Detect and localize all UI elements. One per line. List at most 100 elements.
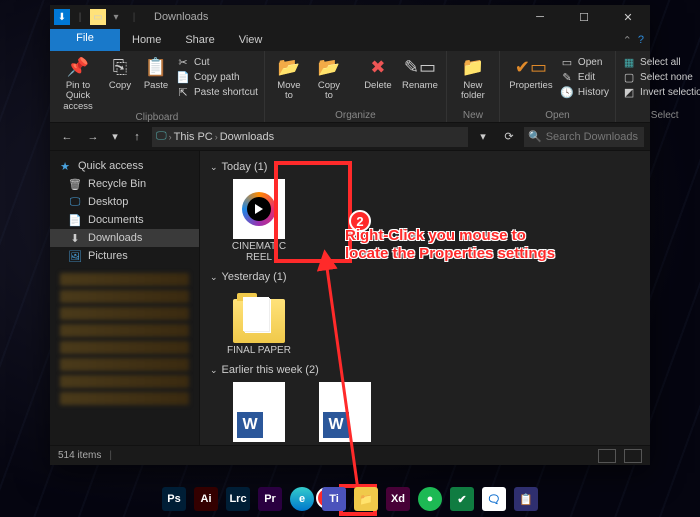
taskbar-app[interactable]: Ai — [194, 487, 218, 511]
nav-forward-button[interactable]: → — [82, 127, 104, 147]
status-bar: 514 items | — [50, 445, 650, 465]
file-word-doc-2[interactable]: W — [310, 382, 380, 442]
qat-properties-icon[interactable]: ▭ — [90, 9, 106, 25]
paste-icon: 📋 — [144, 55, 168, 79]
file-list-pane[interactable]: ⌄Today (1) CINEMATIC REEL ⌄Yesterday (1)… — [200, 151, 650, 445]
search-input[interactable]: 🔍 Search Downloads — [524, 127, 644, 147]
invert-selection-button[interactable]: ◩Invert selection — [622, 85, 700, 99]
file-word-doc-1[interactable]: W — [224, 382, 294, 442]
group-yesterday[interactable]: ⌄Yesterday (1) — [210, 271, 640, 283]
chevron-down-icon: ⌄ — [210, 162, 218, 173]
address-path[interactable]: 🖵 › This PC › Downloads — [152, 127, 468, 147]
breadcrumb-this-pc[interactable]: This PC — [174, 131, 213, 143]
group-select-label: Select — [622, 110, 700, 122]
qat-divider: | — [72, 9, 88, 25]
tab-view[interactable]: View — [227, 29, 275, 51]
nav-desktop[interactable]: 🖵Desktop — [50, 193, 199, 211]
cut-button[interactable]: ✂Cut — [176, 55, 258, 69]
taskbar-app[interactable]: ● — [418, 487, 442, 511]
recycle-bin-icon: 🗑 — [68, 177, 82, 191]
folder-icon — [233, 299, 285, 343]
history-icon: 🕓 — [560, 85, 574, 99]
select-all-button[interactable]: ▦Select all — [622, 55, 700, 69]
copy-to-button[interactable]: 📂 Copy to — [311, 53, 347, 102]
taskbar: Ps Ai Lrc Pr e Ti 📁 Xd ● ✔ 🗨 📋 — [0, 481, 700, 517]
new-folder-icon: 📁 — [461, 55, 485, 79]
group-earlier[interactable]: ⌄Earlier this week (2) — [210, 364, 640, 376]
copy-button[interactable]: ⎘ Copy — [104, 53, 136, 91]
tab-home[interactable]: Home — [120, 29, 173, 51]
edit-icon: ✎ — [560, 70, 574, 84]
qat-dropdown-icon[interactable]: ▾ — [108, 9, 124, 25]
nav-up-button[interactable]: ↑ — [126, 127, 148, 147]
chevron-down-icon: ⌄ — [210, 365, 218, 376]
breadcrumb-root-icon[interactable]: 🖵 — [156, 130, 167, 143]
group-new-label: New — [453, 110, 493, 122]
taskbar-app[interactable]: 📋 — [514, 487, 538, 511]
word-file-icon: W — [233, 382, 285, 442]
taskbar-app[interactable]: Lrc — [226, 487, 250, 511]
taskbar-app-file-explorer[interactable]: 📁 — [354, 487, 378, 511]
select-none-icon: ▢ — [622, 70, 636, 84]
minimize-button[interactable]: ─ — [518, 5, 562, 29]
star-icon: ★ — [58, 159, 72, 173]
open-button[interactable]: ▭Open — [560, 55, 609, 69]
tab-share[interactable]: Share — [173, 29, 226, 51]
address-dropdown-button[interactable]: ▾ — [472, 127, 494, 147]
move-to-button[interactable]: 📂 Move to — [271, 53, 307, 102]
search-placeholder: Search Downloads — [546, 131, 638, 143]
edit-button[interactable]: ✎Edit — [560, 70, 609, 84]
nav-recycle-bin[interactable]: 🗑Recycle Bin — [50, 175, 199, 193]
nav-pictures[interactable]: 🖼Pictures — [50, 247, 199, 265]
refresh-button[interactable]: ⟳ — [498, 127, 520, 147]
properties-icon: ✔▭ — [519, 55, 543, 79]
paste-shortcut-button[interactable]: ⇱Paste shortcut — [176, 85, 258, 99]
copy-to-icon: 📂 — [317, 55, 341, 79]
nav-documents[interactable]: 📄Documents — [50, 211, 199, 229]
navigation-pane: ★Quick access 🗑Recycle Bin 🖵Desktop 📄Doc… — [50, 151, 200, 445]
paste-button[interactable]: 📋 Paste — [140, 53, 172, 91]
status-item-count: 514 items — [58, 450, 101, 461]
nav-recent-button[interactable]: ▾ — [108, 127, 122, 147]
copy-path-icon: 📄 — [176, 70, 190, 84]
rename-button[interactable]: ✎▭ Rename — [400, 53, 440, 91]
desktop-icon: 🖵 — [68, 195, 82, 209]
nav-quick-access[interactable]: ★Quick access — [50, 157, 199, 175]
history-button[interactable]: 🕓History — [560, 85, 609, 99]
shortcut-icon: ⇱ — [176, 85, 190, 99]
properties-button[interactable]: ✔▭ Properties — [506, 53, 556, 91]
view-icons-button[interactable] — [624, 449, 642, 463]
taskbar-app[interactable]: e — [290, 487, 314, 511]
view-details-button[interactable] — [598, 449, 616, 463]
qat-explorer-icon[interactable]: ⬇ — [54, 9, 70, 25]
copy-path-button[interactable]: 📄Copy path — [176, 70, 258, 84]
file-final-paper[interactable]: FINAL PAPER — [224, 289, 294, 356]
new-folder-button[interactable]: 📁 New folder — [453, 53, 493, 102]
taskbar-app[interactable]: 🗨 — [482, 487, 506, 511]
nav-blurred-items — [50, 273, 199, 405]
select-all-icon: ▦ — [622, 55, 636, 69]
taskbar-app[interactable]: ✔ — [450, 487, 474, 511]
pin-to-quick-access-button[interactable]: 📌 Pin to Quick access — [56, 53, 100, 112]
word-file-icon: W — [319, 382, 371, 442]
open-icon: ▭ — [560, 55, 574, 69]
delete-button[interactable]: ✖ Delete — [360, 53, 396, 91]
breadcrumb-downloads[interactable]: Downloads — [220, 131, 274, 143]
close-button[interactable]: ✕ — [606, 5, 650, 29]
select-none-button[interactable]: ▢Select none — [622, 70, 700, 84]
taskbar-app[interactable]: Xd — [386, 487, 410, 511]
search-icon: 🔍 — [528, 130, 542, 143]
taskbar-app[interactable]: Pr — [258, 487, 282, 511]
maximize-button[interactable]: ☐ — [562, 5, 606, 29]
titlebar: ⬇ | ▭ ▾ | Downloads ─ ☐ ✕ — [50, 5, 650, 29]
tab-file[interactable]: File — [50, 29, 120, 51]
taskbar-app[interactable]: Ti — [322, 487, 346, 511]
chevron-down-icon: ⌄ — [210, 272, 218, 283]
nav-back-button[interactable]: ← — [56, 127, 78, 147]
ribbon-help-icon[interactable]: ? — [638, 34, 644, 46]
documents-icon: 📄 — [68, 213, 82, 227]
nav-downloads[interactable]: ⬇Downloads — [50, 229, 199, 247]
ribbon-collapse-icon[interactable]: ⌃ — [623, 34, 632, 47]
group-open-label: Open — [506, 110, 609, 122]
taskbar-app[interactable]: Ps — [162, 487, 186, 511]
